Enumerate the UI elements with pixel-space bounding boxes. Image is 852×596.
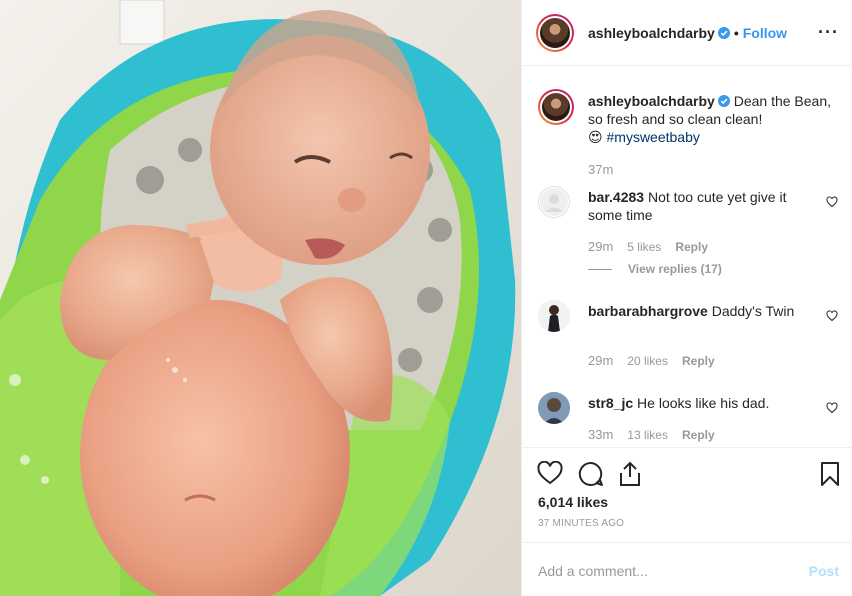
reply-button[interactable]: Reply: [682, 428, 715, 442]
comment-text: bar.4283 Not too cute yet give it some t…: [588, 188, 808, 224]
share-upload-icon[interactable]: [618, 461, 642, 487]
comment-text: barbarabhargrove Daddy's Twin: [588, 302, 808, 320]
comment-meta: 29m 5 likes Reply: [588, 239, 722, 254]
heart-eyes-emoji: 😍: [588, 129, 603, 145]
like-heart-icon[interactable]: [537, 461, 563, 485]
comment-bubble-icon[interactable]: [578, 461, 604, 487]
comment-body: He looks like his dad.: [633, 395, 770, 411]
comment-username[interactable]: barbarabhargrove: [588, 303, 708, 319]
default-avatar-icon: [540, 188, 568, 216]
reply-button[interactable]: Reply: [682, 354, 715, 368]
commenter-avatar[interactable]: [538, 392, 570, 424]
post-photo[interactable]: [0, 0, 521, 596]
comment-likes[interactable]: 5 likes: [627, 240, 661, 254]
comment-username[interactable]: bar.4283: [588, 189, 644, 205]
post-side-panel: ashleyboalchdarby • Follow ··· ashleyboalc…: [521, 0, 852, 596]
comment-username[interactable]: str8_jc: [588, 395, 633, 411]
comment-time: 29m: [588, 239, 614, 254]
profile-photo: [538, 392, 570, 424]
like-comment-icon[interactable]: [826, 196, 838, 208]
comment-meta: 29m 20 likes Reply: [588, 353, 729, 368]
hashtag-link[interactable]: #mysweetbaby: [607, 129, 700, 145]
author-avatar[interactable]: [536, 14, 574, 52]
comment-time: 29m: [588, 353, 614, 368]
profile-photo: [538, 300, 570, 332]
comment-likes[interactable]: 20 likes: [627, 354, 668, 368]
more-options-icon[interactable]: ···: [818, 22, 839, 43]
commenter-avatar[interactable]: [538, 186, 570, 218]
post-timestamp: 37 MINUTES AGO: [538, 518, 625, 529]
add-comment-bar: Add a comment... Post: [522, 542, 852, 596]
caption-username[interactable]: ashleyboalchdarby: [588, 93, 715, 109]
author-line: ashleyboalchdarby • Follow: [588, 25, 787, 41]
comment-input[interactable]: Add a comment...: [538, 563, 648, 579]
view-replies-button[interactable]: View replies (17): [588, 262, 722, 276]
baby-in-bath-image: [0, 0, 521, 596]
likes-count[interactable]: 6,014 likes: [538, 494, 608, 510]
author-username[interactable]: ashleyboalchdarby: [588, 25, 715, 41]
comment-meta: 33m 13 likes Reply: [588, 427, 729, 442]
post-comment-button[interactable]: Post: [809, 563, 839, 579]
caption-avatar[interactable]: [538, 89, 574, 125]
verified-badge-icon: [717, 27, 730, 39]
verified-badge-icon: [717, 95, 730, 107]
view-replies-label: View replies (17): [628, 262, 722, 276]
post-header: ashleyboalchdarby • Follow ···: [522, 0, 852, 66]
post-actions-bar: [522, 447, 852, 497]
commenter-avatar[interactable]: [538, 300, 570, 332]
comment-likes[interactable]: 13 likes: [627, 428, 668, 442]
like-comment-icon[interactable]: [826, 310, 838, 322]
caption-text: ashleyboalchdarby Dean the Bean, so fres…: [588, 92, 833, 146]
like-comment-icon[interactable]: [826, 402, 838, 414]
save-bookmark-icon[interactable]: [820, 461, 840, 487]
comment-body: Daddy's Twin: [707, 303, 795, 319]
caption-time: 37m: [588, 162, 614, 177]
replies-divider: [588, 269, 612, 271]
comment-time: 33m: [588, 427, 614, 442]
comment-text: str8_jc He looks like his dad.: [588, 394, 808, 412]
separator-dot: •: [733, 25, 739, 41]
follow-button[interactable]: Follow: [743, 25, 787, 41]
reply-button[interactable]: Reply: [675, 240, 708, 254]
